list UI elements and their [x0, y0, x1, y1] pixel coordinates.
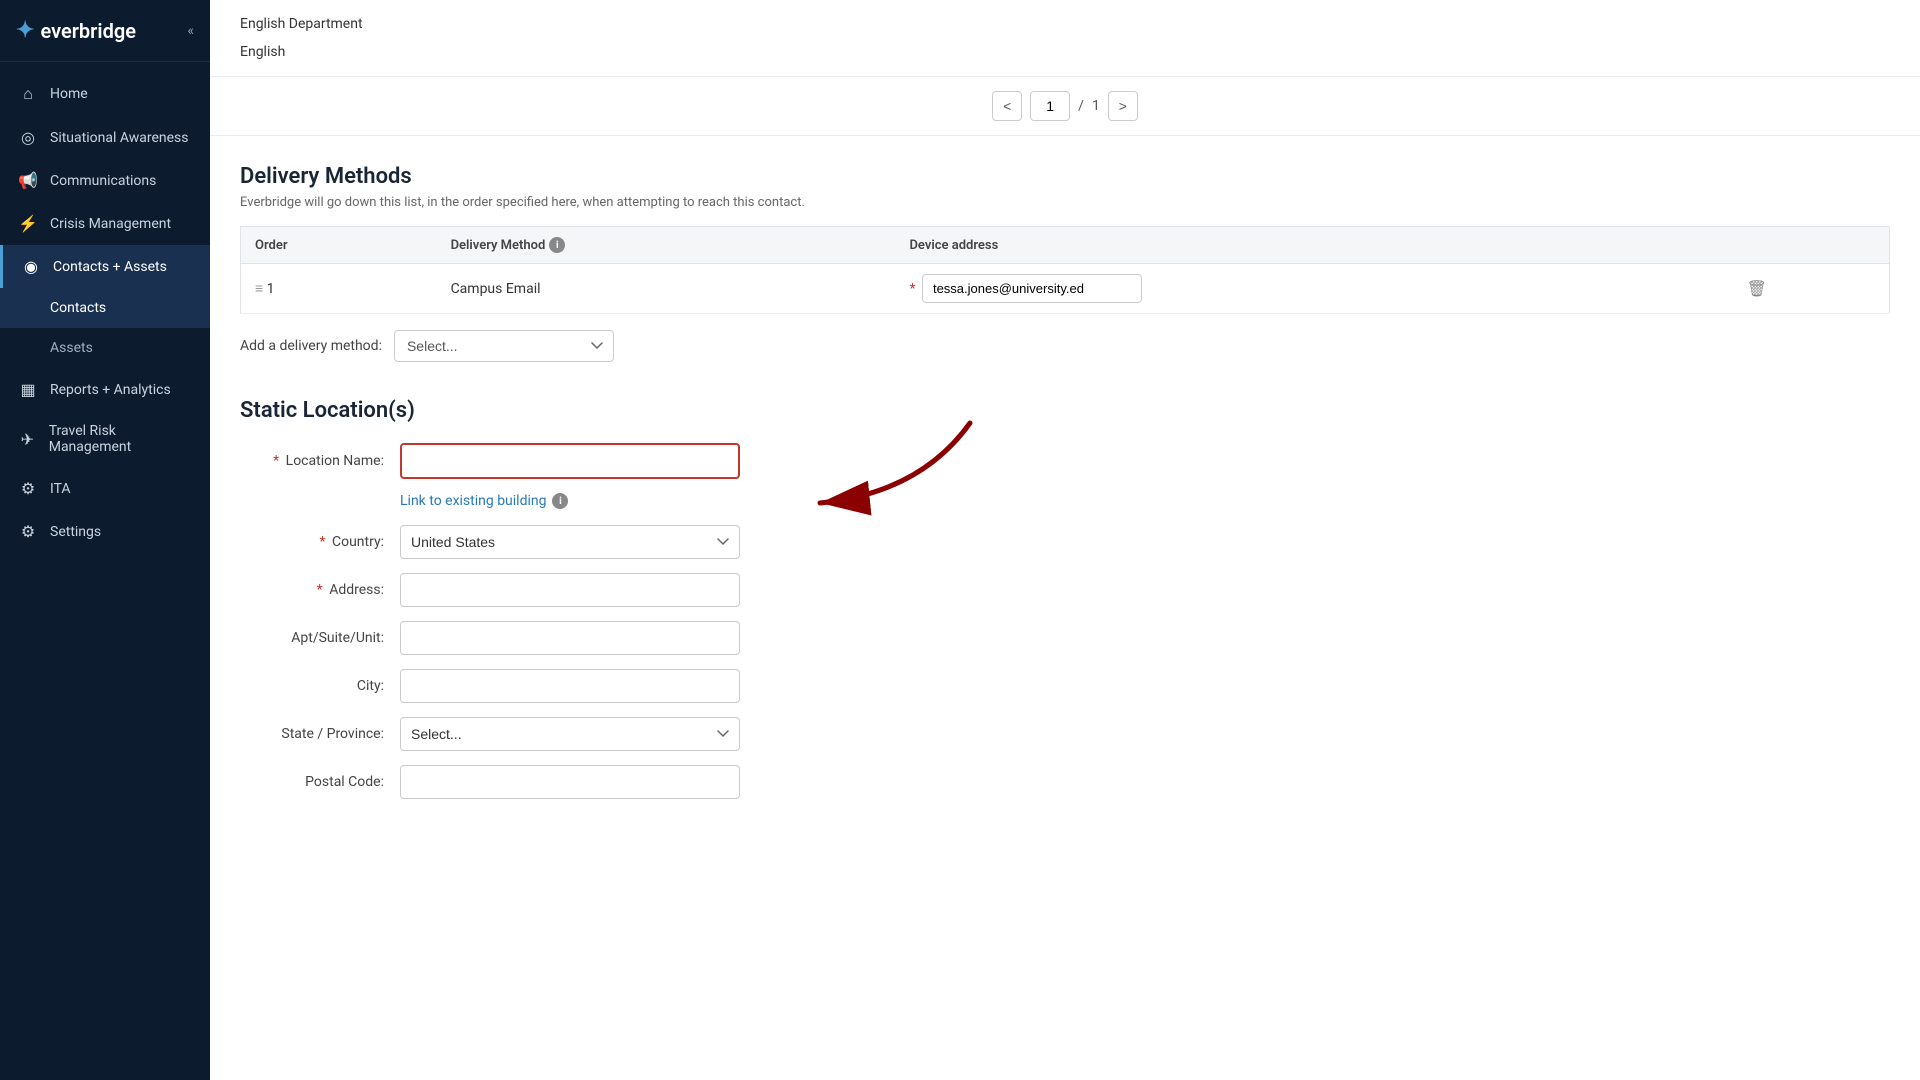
- static-locations-title: Static Location(s): [240, 398, 1890, 423]
- sidebar-item-label: Travel Risk Management: [49, 423, 192, 455]
- settings-icon: ⚙: [18, 522, 38, 541]
- sidebar-item-label: Communications: [50, 173, 156, 189]
- address-row: * Address:: [240, 573, 1890, 607]
- sidebar-item-label: Home: [50, 86, 88, 102]
- top-list: English Department English: [210, 0, 1920, 77]
- required-star: *: [273, 453, 279, 469]
- delivery-method-info-icon: i: [549, 237, 565, 253]
- location-name-row: * Location Name:: [240, 443, 1890, 479]
- home-icon: ⌂: [18, 84, 38, 104]
- main-content: English Department English < / 1 > Deliv…: [210, 0, 1920, 1080]
- location-name-input-wrapper: [400, 443, 740, 479]
- sidebar-item-settings[interactable]: ⚙ Settings: [0, 510, 210, 553]
- order-cell: ≡ 1: [241, 264, 437, 314]
- drag-handle-icon[interactable]: ≡: [255, 281, 263, 297]
- sidebar-item-label: Settings: [50, 524, 101, 540]
- prev-page-button[interactable]: <: [992, 91, 1022, 121]
- sidebar-item-communications[interactable]: 📢 Communications: [0, 159, 210, 202]
- delete-cell: 🗑: [1733, 264, 1890, 314]
- list-item: English Department: [240, 10, 1890, 38]
- ita-icon: ⚙: [18, 479, 38, 498]
- add-delivery-method-select[interactable]: Select...: [394, 330, 614, 362]
- actions-column-header: [1733, 227, 1890, 264]
- travel-risk-icon: ✈: [18, 430, 37, 449]
- country-row: * Country: United States: [240, 525, 1890, 559]
- sidebar-item-label: Reports + Analytics: [50, 382, 171, 398]
- list-item: English: [240, 38, 1890, 66]
- sidebar-item-label: Contacts: [50, 300, 106, 316]
- sidebar-item-travel-risk[interactable]: ✈ Travel Risk Management: [0, 411, 210, 467]
- state-select[interactable]: Select...: [400, 717, 740, 751]
- device-address-column-header: Device address: [895, 227, 1732, 264]
- sidebar-item-home[interactable]: ⌂ Home: [0, 72, 210, 116]
- country-label: * Country:: [240, 534, 400, 550]
- link-existing-building-link[interactable]: Link to existing building i: [400, 493, 568, 509]
- link-info-icon: i: [552, 493, 568, 509]
- address-label: * Address:: [240, 582, 400, 598]
- delivery-methods-desc: Everbridge will go down this list, in th…: [240, 195, 1890, 210]
- pagination: < / 1 >: [210, 77, 1920, 136]
- page-separator: /: [1078, 98, 1084, 114]
- delete-delivery-method-button[interactable]: 🗑: [1747, 279, 1767, 299]
- situational-awareness-icon: ◎: [18, 128, 38, 147]
- communications-icon: 📢: [18, 171, 38, 190]
- contacts-assets-icon: ◉: [21, 257, 41, 276]
- sidebar-logo: ✦ everbridge «: [0, 0, 210, 62]
- collapse-button[interactable]: «: [187, 23, 194, 39]
- logo-icon: ✦: [16, 18, 34, 43]
- delivery-method-column-header: Delivery Method i: [437, 227, 896, 264]
- location-name-input[interactable]: [400, 443, 740, 479]
- sidebar-item-situational-awareness[interactable]: ◎ Situational Awareness: [0, 116, 210, 159]
- country-select[interactable]: United States: [400, 525, 740, 559]
- sidebar-item-assets[interactable]: Assets: [0, 328, 210, 368]
- apt-input[interactable]: [400, 621, 740, 655]
- delivery-methods-title: Delivery Methods: [240, 164, 1890, 189]
- postal-code-input[interactable]: [400, 765, 740, 799]
- link-existing-building-row: Link to existing building i: [400, 493, 1890, 509]
- sidebar-item-crisis-management[interactable]: ⚡ Crisis Management: [0, 202, 210, 245]
- logo[interactable]: ✦ everbridge: [16, 18, 136, 43]
- sidebar-item-label: Assets: [50, 340, 93, 356]
- city-input[interactable]: [400, 669, 740, 703]
- city-row: City:: [240, 669, 1890, 703]
- city-label: City:: [240, 678, 400, 694]
- content-area: Delivery Methods Everbridge will go down…: [210, 164, 1920, 853]
- sidebar-item-label: Situational Awareness: [50, 130, 189, 146]
- postal-code-label: Postal Code:: [240, 774, 400, 790]
- postal-code-row: Postal Code:: [240, 765, 1890, 799]
- apt-label: Apt/Suite/Unit:: [240, 630, 400, 646]
- page-number-input[interactable]: [1030, 91, 1070, 121]
- apt-row: Apt/Suite/Unit:: [240, 621, 1890, 655]
- sidebar-item-label: ITA: [50, 481, 71, 497]
- crisis-management-icon: ⚡: [18, 214, 38, 233]
- state-row: State / Province: Select...: [240, 717, 1890, 751]
- delivery-methods-table: Order Delivery Method i Device address: [240, 226, 1890, 314]
- static-locations-section: Static Location(s) * Location Name:: [240, 398, 1890, 799]
- sidebar-item-reports-analytics[interactable]: ▦ Reports + Analytics: [0, 368, 210, 411]
- sidebar-item-ita[interactable]: ⚙ ITA: [0, 467, 210, 510]
- device-address-cell: *: [895, 264, 1732, 314]
- order-column-header: Order: [241, 227, 437, 264]
- sidebar: ✦ everbridge « ⌂ Home ◎ Situational Awar…: [0, 0, 210, 1080]
- add-delivery-label: Add a delivery method:: [240, 338, 382, 354]
- reports-analytics-icon: ▦: [18, 380, 38, 399]
- sidebar-item-label: Contacts + Assets: [53, 259, 167, 275]
- device-address-input[interactable]: [922, 274, 1142, 303]
- sidebar-item-contacts-assets[interactable]: ◉ Contacts + Assets: [0, 245, 210, 288]
- location-name-label: * Location Name:: [240, 453, 400, 469]
- sidebar-item-contacts[interactable]: Contacts: [0, 288, 210, 328]
- sidebar-item-label: Crisis Management: [50, 216, 171, 232]
- add-delivery-method-row: Add a delivery method: Select...: [240, 330, 1890, 362]
- table-row: ≡ 1 Campus Email * 🗑: [241, 264, 1890, 314]
- required-indicator: *: [909, 281, 915, 297]
- sidebar-nav: ⌂ Home ◎ Situational Awareness 📢 Communi…: [0, 62, 210, 1080]
- address-input[interactable]: [400, 573, 740, 607]
- next-page-button[interactable]: >: [1108, 91, 1138, 121]
- method-cell: Campus Email: [437, 264, 896, 314]
- total-pages: 1: [1092, 98, 1100, 114]
- location-form: * Location Name:: [240, 443, 1890, 799]
- state-label: State / Province:: [240, 726, 400, 742]
